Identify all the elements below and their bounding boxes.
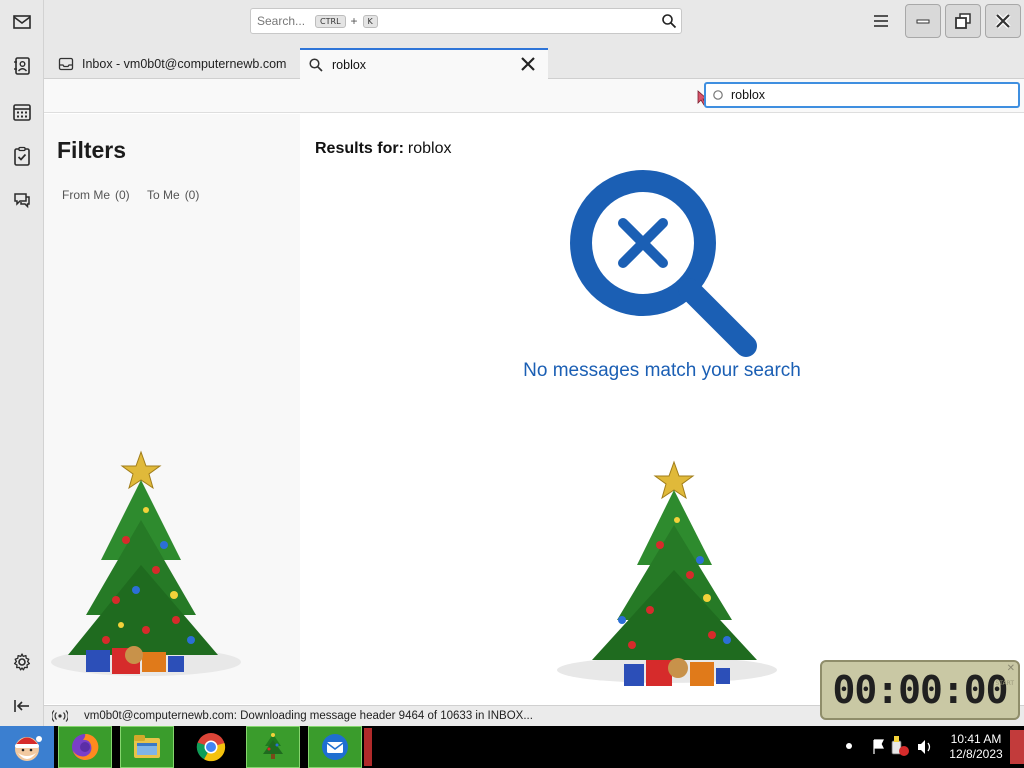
christmas-tree-decoration xyxy=(51,450,241,676)
timer-start-button[interactable]: START xyxy=(995,680,1014,687)
tab-search-label: roblox xyxy=(332,57,367,72)
countdown-timer-widget[interactable]: 00:00:00 ✕ START xyxy=(820,660,1020,720)
address-book-space-button[interactable] xyxy=(6,50,38,82)
quick-filter-bar xyxy=(44,79,1024,113)
no-results-magnifier-icon xyxy=(570,170,757,357)
no-results-message: No messages match your search xyxy=(523,360,801,381)
tab-inbox[interactable]: Inbox - vm0b0t@computernewb.com xyxy=(50,48,296,79)
close-icon xyxy=(995,13,1011,29)
taskbar-firefox[interactable] xyxy=(58,726,112,768)
chrome-icon xyxy=(196,733,226,762)
tab-strip: Inbox - vm0b0t@computernewb.com roblox xyxy=(44,44,1024,79)
search-filter-box[interactable] xyxy=(704,82,1020,108)
title-bar: Search... CTRL + K xyxy=(44,0,1024,44)
results-query: roblox xyxy=(407,140,452,157)
collapse-spaces-button[interactable] xyxy=(6,690,38,722)
search-filter-input[interactable] xyxy=(731,88,1001,102)
results-prefix: Results for: xyxy=(315,140,404,157)
search-icon xyxy=(309,57,323,72)
hamburger-icon xyxy=(874,15,888,27)
app-menu-button[interactable] xyxy=(870,11,892,31)
status-message: vm0b0t@computernewb.com: Downloading mes… xyxy=(84,710,533,722)
settings-button[interactable] xyxy=(6,646,38,678)
search-icon xyxy=(713,89,723,100)
calendar-space-button[interactable] xyxy=(6,96,38,128)
clock-date: 12/8/2023 xyxy=(949,747,1003,761)
spaces-toolbar xyxy=(0,0,44,726)
tasks-space-button[interactable] xyxy=(6,140,38,172)
taskbar-thunderbird[interactable] xyxy=(308,726,362,768)
tasks-icon xyxy=(14,146,30,166)
taskbar-clock[interactable]: 10:41 AM 12/8/2023 xyxy=(944,732,1008,762)
global-search-placeholder: Search... xyxy=(257,14,306,28)
close-icon xyxy=(521,57,535,71)
restore-icon xyxy=(955,13,971,29)
facet-label: To Me xyxy=(147,188,180,202)
address-book-icon xyxy=(14,57,30,75)
global-search-box[interactable]: Search... CTRL + K xyxy=(250,8,682,34)
shortcut-key-ctrl: CTRL xyxy=(315,14,346,28)
mail-icon xyxy=(13,15,31,29)
file-explorer-icon xyxy=(134,735,160,758)
santa-start-icon xyxy=(15,736,42,761)
tab-close-button[interactable] xyxy=(521,56,540,72)
minimize-button[interactable] xyxy=(905,4,941,38)
results-heading: Results for: roblox xyxy=(315,140,451,158)
close-window-button[interactable] xyxy=(985,4,1021,38)
facet-to-me[interactable]: To Me (0) xyxy=(147,188,199,202)
facet-count: (0) xyxy=(115,188,130,202)
system-tray-icons[interactable] xyxy=(870,736,938,758)
tab-search-results[interactable]: roblox xyxy=(300,48,548,79)
christmas-tree-decoration xyxy=(557,460,777,686)
search-icon[interactable] xyxy=(661,13,677,29)
thunderbird-icon xyxy=(322,734,348,760)
tray-indicator-dot xyxy=(846,743,852,749)
inbox-icon xyxy=(58,57,74,70)
taskbar-christmas-tree-app[interactable] xyxy=(246,726,300,768)
firefox-icon xyxy=(72,733,99,760)
online-status-icon[interactable] xyxy=(52,709,68,723)
taskbar-active-indicator xyxy=(364,728,372,766)
gear-icon xyxy=(13,653,31,671)
taskbar-file-explorer[interactable] xyxy=(120,726,174,768)
taskbar-chrome[interactable] xyxy=(184,726,238,768)
show-desktop-button[interactable] xyxy=(1010,730,1024,764)
timer-close-button[interactable]: ✕ xyxy=(1007,663,1015,674)
calendar-icon xyxy=(13,104,31,121)
minimize-icon xyxy=(916,19,930,24)
facet-count: (0) xyxy=(184,188,200,202)
chat-space-button[interactable] xyxy=(6,184,38,216)
tab-inbox-label: Inbox - vm0b0t@computernewb.com xyxy=(82,56,287,71)
shortcut-plus: + xyxy=(350,14,358,28)
chat-icon xyxy=(14,193,30,209)
facet-label: From Me xyxy=(62,188,110,202)
timer-display: 00:00:00 xyxy=(832,668,1008,712)
filters-title: Filters xyxy=(57,137,127,163)
start-button[interactable] xyxy=(0,726,54,768)
christmas-tree-app-icon xyxy=(263,733,283,759)
shortcut-key-k: K xyxy=(362,14,378,28)
restore-button[interactable] xyxy=(945,4,981,38)
facet-from-me[interactable]: From Me (0) xyxy=(62,188,130,202)
clock-time: 10:41 AM xyxy=(950,732,1002,746)
mail-space-button[interactable] xyxy=(6,6,38,38)
taskbar: 10:41 AM 12/8/2023 xyxy=(0,726,1024,768)
collapse-left-icon xyxy=(14,700,29,712)
